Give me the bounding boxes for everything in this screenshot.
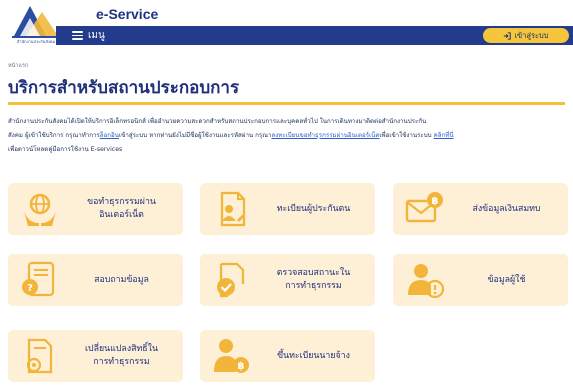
register-insured-icon [220, 191, 246, 227]
menu-button[interactable]: เมนู [72, 28, 105, 43]
intro-text: สำนักงานประกันสังคมได้เปิดให้บริการอิเล็… [8, 115, 568, 157]
user-info-icon [408, 264, 445, 299]
card-label: ทะเบียนผู้ประกันตน [276, 203, 351, 214]
card-internet-transaction[interactable]: ขอทำธุรกรรมผ่าน อินเตอร์เน็ต [8, 183, 183, 235]
intro-line-2: สังคม ผู้เข้าใช้บริการ กรุณาทำการล็อกอิน… [8, 132, 454, 139]
card-label: ส่งข้อมูลเงินสมทบ [472, 203, 541, 214]
card-inquiry[interactable]: ? สอบถามข้อมูล [8, 254, 183, 306]
contribution-mail-icon: ฿ [405, 192, 443, 223]
status-check-icon [217, 262, 245, 298]
brand-title[interactable]: e-Service [96, 6, 158, 22]
svg-text:?: ? [27, 283, 33, 294]
title-underline [8, 102, 565, 105]
card-insured-register[interactable]: ทะเบียนผู้ประกันตน [200, 183, 375, 235]
card-change-rights[interactable]: เปลี่ยนแปลงสิทธิ์ใน การทำธุรกรรม [8, 330, 183, 382]
login-button[interactable]: เข้าสู่ระบบ [483, 28, 569, 43]
globe-hands-icon [24, 193, 56, 226]
page-title: บริการสำหรับสถานประกอบการ [8, 78, 240, 98]
menu-label: เมนู [88, 30, 105, 41]
card-contribution-data[interactable]: ฿ ส่งข้อมูลเงินสมทบ [393, 183, 568, 235]
card-user-info[interactable]: ข้อมูลผู้ใช้ [393, 254, 568, 306]
card-status-check[interactable]: ตรวจสอบสถานะใน การทำธุรกรรม [200, 254, 375, 306]
svg-text:฿: ฿ [238, 361, 245, 372]
change-rights-icon [26, 338, 53, 374]
hamburger-icon [72, 31, 83, 40]
logo-caption: สำนักงานประกันสังคม [17, 39, 56, 44]
intro-line-1: สำนักงานประกันสังคมได้เปิดให้บริการอิเล็… [8, 118, 427, 125]
card-label: ข้อมูลผู้ใช้ [487, 274, 526, 285]
login-icon [504, 31, 512, 40]
card-label: ขึ้นทะเบียนนายจ้าง [277, 350, 350, 361]
intro-line-3: เพื่อดาวน์โหลดคู่มือการใช้งาน E-services [8, 146, 123, 153]
card-label: สอบถามข้อมูล [94, 274, 149, 285]
card-label: ขอทำธุรกรรมผ่าน อินเตอร์เน็ต [87, 197, 156, 220]
breadcrumb[interactable]: หน้าแรก [8, 62, 28, 70]
svg-text:฿: ฿ [432, 196, 439, 207]
login-link[interactable]: ล็อกอิน [100, 132, 119, 139]
inquiry-icon: ? [22, 261, 55, 297]
card-label: เปลี่ยนแปลงสิทธิ์ใน การทำธุรกรรม [85, 344, 158, 367]
register-link[interactable]: ลงทะเบียนขอทำธุรกรรมผ่านอินเตอร์เน็ต [271, 132, 379, 139]
card-label: ตรวจสอบสถานะใน การทำธุรกรรม [276, 268, 351, 291]
employer-register-icon: ฿ [214, 339, 249, 373]
login-label: เข้าสู่ระบบ [514, 30, 549, 40]
manual-link[interactable]: คลิกที่นี่ [434, 132, 454, 139]
card-employer-register[interactable]: ฿ ขึ้นทะเบียนนายจ้าง [200, 330, 375, 382]
